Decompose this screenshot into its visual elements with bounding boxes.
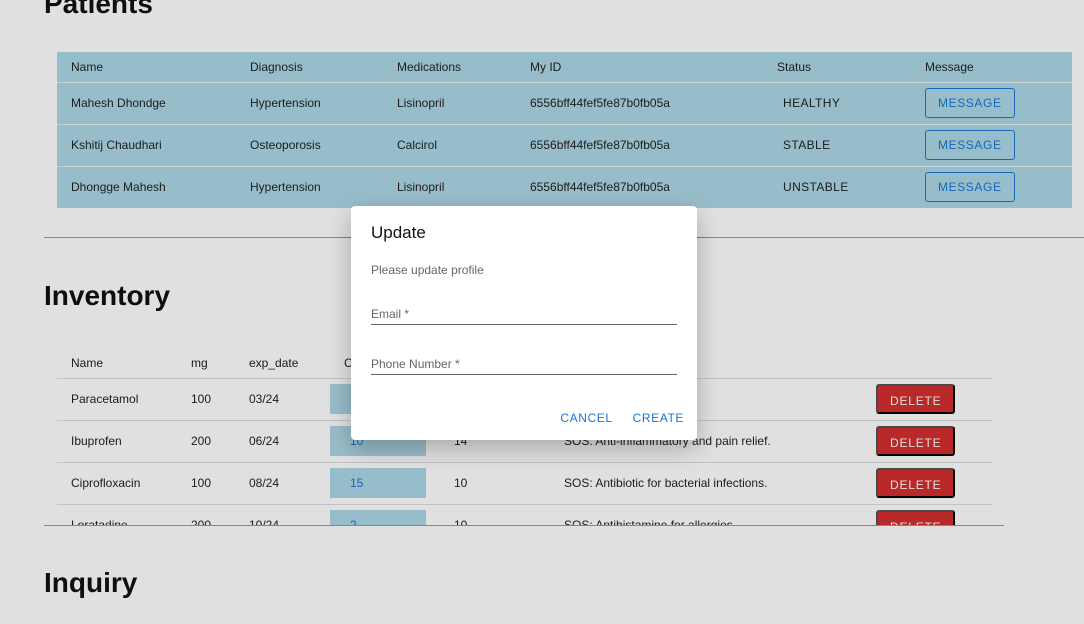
create-button[interactable]: CREATE xyxy=(633,411,684,425)
dialog-actions: CANCEL CREATE xyxy=(560,411,684,425)
email-field[interactable] xyxy=(371,303,677,324)
dialog-text: Please update profile xyxy=(371,263,484,277)
update-dialog: Update Please update profile CANCEL CREA… xyxy=(351,206,697,440)
phone-field-wrapper xyxy=(371,353,677,375)
dialog-title: Update xyxy=(371,223,426,242)
cancel-button[interactable]: CANCEL xyxy=(560,411,612,425)
phone-number-field[interactable] xyxy=(371,353,677,374)
email-field-wrapper xyxy=(371,303,677,325)
